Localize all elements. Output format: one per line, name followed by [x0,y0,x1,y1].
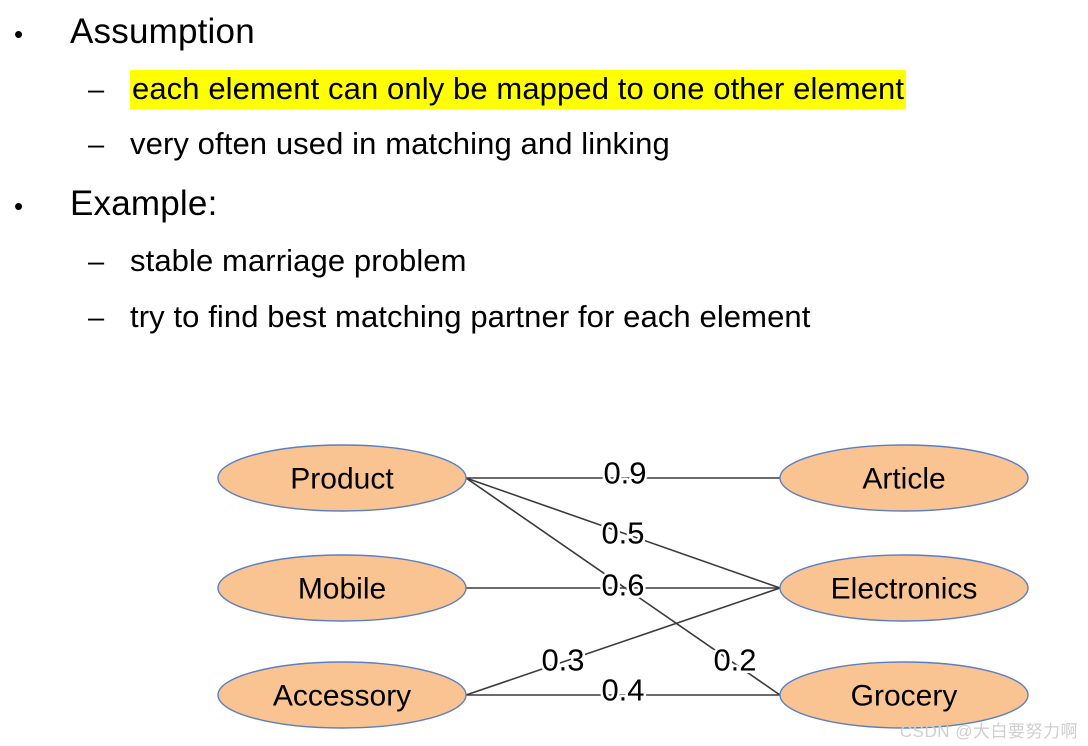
edge-product-electronics [465,477,781,589]
slide-text-block: • Assumption – each element can only be … [0,0,1088,350]
node-ellipse [779,444,1029,512]
edge-weight-product-grocery: 0.2 [713,643,756,678]
node-product[interactable]: Product [217,444,467,512]
edge-weight-halo: 0.6 [601,568,644,603]
edge-accessory-electronics [465,587,781,696]
edge-weight-accessory-electronics: 0.3 [541,643,584,678]
edge-product-grocery [465,477,781,696]
edge-weight-halo: 0.4 [601,673,644,708]
node-ellipse [779,554,1029,622]
sub-bullet-mapping-assumption: – each element can only be mapped to one… [88,70,907,109]
edge-weight-product-electronics: 0.5 [601,516,644,551]
node-label: Product [290,463,394,496]
nodes-layer: Product Mobile Accessory Article Electronics… [217,444,1029,729]
node-label: Mobile [298,573,386,606]
edge-weight-halo: 0.9 [603,456,646,491]
watermark: CSDN @大白要努力啊 [899,722,1078,741]
bullet-example: • Example: [14,186,218,221]
node-electronics[interactable]: Electronics [779,554,1029,622]
highlighted-text: each element can only be mapped to one o… [130,70,907,109]
bullet-marker-dash: – [88,246,105,278]
bullet-text: stable marriage problem [130,243,467,278]
node-ellipse [217,444,467,512]
bullet-text: try to find best matching partner for ea… [130,299,811,334]
bullet-marker-dot: • [14,19,24,49]
bullet-marker-dot: • [14,191,24,221]
node-label: Electronics [831,573,978,606]
bullet-text: very often used in matching and linking [130,126,670,161]
bullet-text: Example: [70,184,218,223]
sub-bullet-matching-linking: – very often used in matching and linkin… [88,128,670,160]
bullet-marker-dash: – [88,74,105,106]
edge-weight-product-article: 0.9 [603,456,646,491]
edge-weight-accessory-grocery: 0.4 [601,673,644,708]
node-ellipse [217,554,467,622]
node-label: Accessory [273,680,411,713]
node-label: Article [862,463,945,496]
sub-bullet-stable-marriage: – stable marriage problem [88,245,467,277]
bullet-marker-dash: – [88,129,105,161]
edge-weight-halo: 0.2 [713,643,756,678]
sub-bullet-best-partner: – try to find best matching partner for … [88,301,810,333]
node-label: Grocery [851,680,958,713]
edges-layer [465,477,781,696]
node-ellipse [217,661,467,729]
edge-weights-layer: 0.90.90.50.50.20.20.60.60.30.30.40.4 [539,453,759,710]
bullet-assumption: • Assumption [14,14,255,49]
node-mobile[interactable]: Mobile [217,554,467,622]
node-accessory[interactable]: Accessory [217,661,467,729]
edge-weight-halo: 0.3 [541,643,584,678]
node-article[interactable]: Article [779,444,1029,512]
bullet-text: Assumption [70,12,255,51]
edge-weight-halo: 0.5 [601,516,644,551]
edge-weight-mobile-electronics: 0.6 [601,568,644,603]
bullet-marker-dash: – [88,302,105,334]
